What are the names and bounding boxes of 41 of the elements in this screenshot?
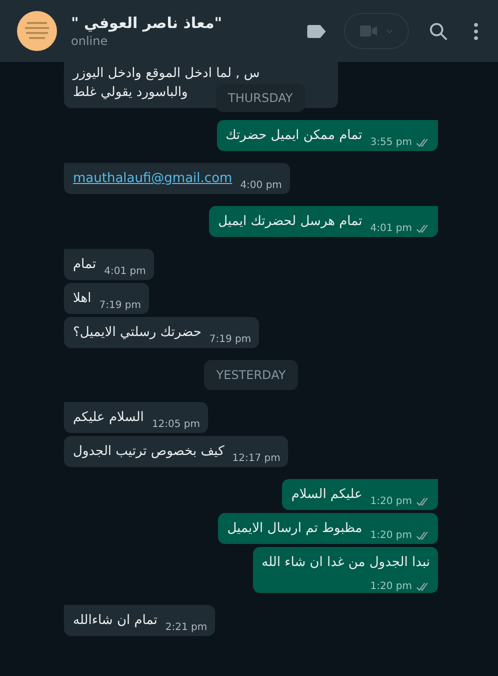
date-chip: YESTERDAY bbox=[204, 360, 298, 390]
double-check-icon bbox=[416, 138, 430, 148]
avatar[interactable] bbox=[17, 11, 57, 51]
message-time: 4:01 pm bbox=[370, 223, 412, 234]
message-text: س , لما ادخل الموقع وادخل اليوزر bbox=[73, 65, 260, 83]
search-icon[interactable] bbox=[429, 22, 448, 40]
email-link[interactable]: mauthalaufi@gmail.com bbox=[73, 169, 232, 188]
message-time: 1:20 pm bbox=[370, 496, 412, 507]
message-text: تمام ممكن ايميل حضرتك bbox=[226, 127, 362, 145]
message-time: 7:19 pm bbox=[209, 334, 252, 345]
message-time: 1:20 pm bbox=[370, 581, 412, 592]
message-text: حضرتك رسلتي الايميل؟ bbox=[73, 324, 202, 342]
double-check-icon bbox=[416, 496, 430, 506]
message-time: 4:00 pm bbox=[240, 180, 282, 191]
message-text: نبدا الجدول من غدا ان شاء الله bbox=[262, 554, 430, 572]
message-time: 1:20 pm bbox=[370, 530, 412, 541]
double-check-icon bbox=[416, 530, 430, 540]
double-check-icon bbox=[416, 582, 430, 592]
menu-icon[interactable] bbox=[474, 22, 478, 40]
message-time: 7:19 pm bbox=[99, 300, 141, 311]
message-text: مظبوط تم ارسال الايميل bbox=[227, 520, 362, 538]
contact-status: online bbox=[71, 34, 109, 48]
contact-name: "معاذ ناصر العوفي " bbox=[71, 14, 222, 32]
message-text: عليكم السلام bbox=[291, 486, 362, 504]
message-time: 12:05 pm bbox=[152, 419, 200, 430]
label-icon[interactable] bbox=[307, 24, 326, 38]
message-text: كيف بخصوص ترتيب الجدول bbox=[73, 443, 224, 461]
message-time: 2:21 pm bbox=[165, 622, 208, 633]
video-camera-icon bbox=[360, 25, 377, 37]
message-text: تمام ان شاءالله bbox=[73, 612, 158, 630]
message-time: 3:55 pm bbox=[370, 137, 412, 148]
message-time: 12:17 pm bbox=[232, 453, 280, 464]
double-check-icon bbox=[416, 224, 430, 234]
message-text: اهلا bbox=[73, 290, 92, 308]
message-text: السلام عليكم bbox=[73, 409, 144, 427]
message-time: 4:01 pm bbox=[104, 266, 146, 277]
message-text: تمام bbox=[73, 256, 96, 274]
message-text: تمام هرسل لحضرتك ايميل bbox=[218, 213, 362, 231]
caret-icon bbox=[386, 28, 393, 34]
date-chip: THURSDAY bbox=[216, 84, 305, 112]
message-text: والباسورد يقولي غلط bbox=[73, 84, 188, 102]
